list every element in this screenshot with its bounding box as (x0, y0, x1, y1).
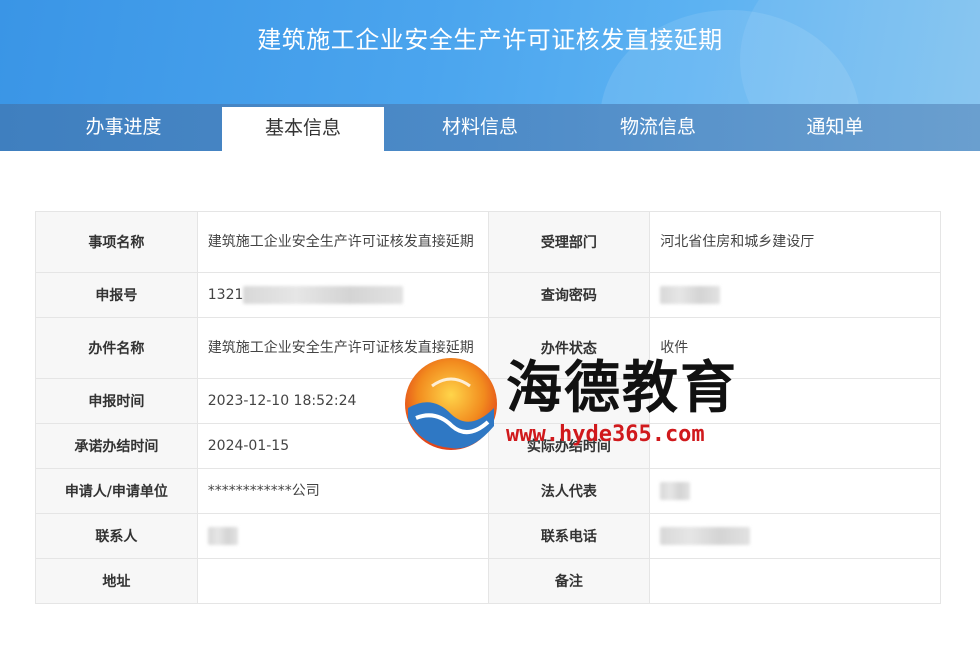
table-row: 联系人 联系电话 (35, 513, 941, 559)
legal-rep-cell (649, 468, 941, 514)
query-pwd-cell (649, 272, 941, 318)
query-pwd-label: 查询密码 (487, 272, 651, 318)
page-title: 建筑施工企业安全生产许可证核发直接延期 (257, 26, 723, 54)
status-label: 办件状态 (487, 317, 651, 379)
legal-rep-label: 法人代表 (487, 468, 651, 514)
contact-cell (196, 513, 489, 559)
tab-logistics[interactable]: 物流信息 (576, 104, 740, 151)
tab-notice[interactable]: 通知单 (740, 104, 930, 151)
promise-time-value: 2024-01-15 (196, 423, 489, 469)
table-row: 事项名称 建筑施工企业安全生产许可证核发直接延期 受理部门 河北省住房和城乡建设… (35, 211, 941, 273)
case-name-label: 办件名称 (35, 317, 198, 379)
remark-label: 备注 (487, 558, 651, 604)
contact-label: 联系人 (35, 513, 198, 559)
dept-label: 受理部门 (487, 211, 651, 273)
redacted-mask (207, 527, 238, 545)
redacted-mask (660, 286, 721, 304)
case-name-value: 建筑施工企业安全生产许可证核发直接延期 (196, 317, 489, 379)
table-row: 承诺办结时间 2024-01-15 实际办结时间 (35, 423, 941, 469)
report-no-cell: 1321 (196, 272, 489, 318)
table-row: 地址 备注 (35, 558, 941, 604)
basic-info-table: 事项名称 建筑施工企业安全生产许可证核发直接延期 受理部门 河北省住房和城乡建设… (35, 211, 941, 604)
tab-basic-info[interactable]: 基本信息 (222, 107, 384, 151)
promise-time-label: 承诺办结时间 (35, 423, 198, 469)
header-banner: 建筑施工企业安全生产许可证核发直接延期 (0, 0, 980, 104)
applicant-value: ************公司 (196, 468, 489, 514)
remark-value (649, 558, 941, 604)
report-time-value: 2023-12-10 18:52:24 (196, 378, 489, 424)
redacted-mask (660, 482, 691, 500)
tab-progress[interactable]: 办事进度 (0, 104, 222, 151)
redacted-mask (660, 527, 751, 545)
accept-time-label (487, 378, 651, 424)
table-row: 申报号 1321 查询密码 (35, 272, 941, 318)
status-value: 收件 (649, 317, 941, 379)
table-row: 办件名称 建筑施工企业安全生产许可证核发直接延期 办件状态 收件 (35, 317, 941, 379)
table-row: 申报时间 2023-12-10 18:52:24 (35, 378, 941, 424)
item-name-label: 事项名称 (35, 211, 198, 273)
report-no-label: 申报号 (35, 272, 198, 318)
table-row: 申请人/申请单位 ************公司 法人代表 (35, 468, 941, 514)
tab-bar: 办事进度 基本信息 材料信息 物流信息 通知单 (0, 104, 980, 151)
redacted-mask (243, 286, 404, 304)
accept-time-value (649, 378, 941, 424)
actual-time-label: 实际办结时间 (487, 423, 651, 469)
report-time-label: 申报时间 (35, 378, 198, 424)
address-label: 地址 (35, 558, 198, 604)
item-name-value: 建筑施工企业安全生产许可证核发直接延期 (196, 211, 489, 273)
tab-materials[interactable]: 材料信息 (384, 104, 576, 151)
actual-time-value (649, 423, 941, 469)
phone-label: 联系电话 (487, 513, 651, 559)
report-no-value: 1321 (207, 287, 244, 303)
applicant-label: 申请人/申请单位 (35, 468, 198, 514)
dept-value: 河北省住房和城乡建设厅 (649, 211, 941, 273)
address-value (196, 558, 489, 604)
phone-cell (649, 513, 941, 559)
